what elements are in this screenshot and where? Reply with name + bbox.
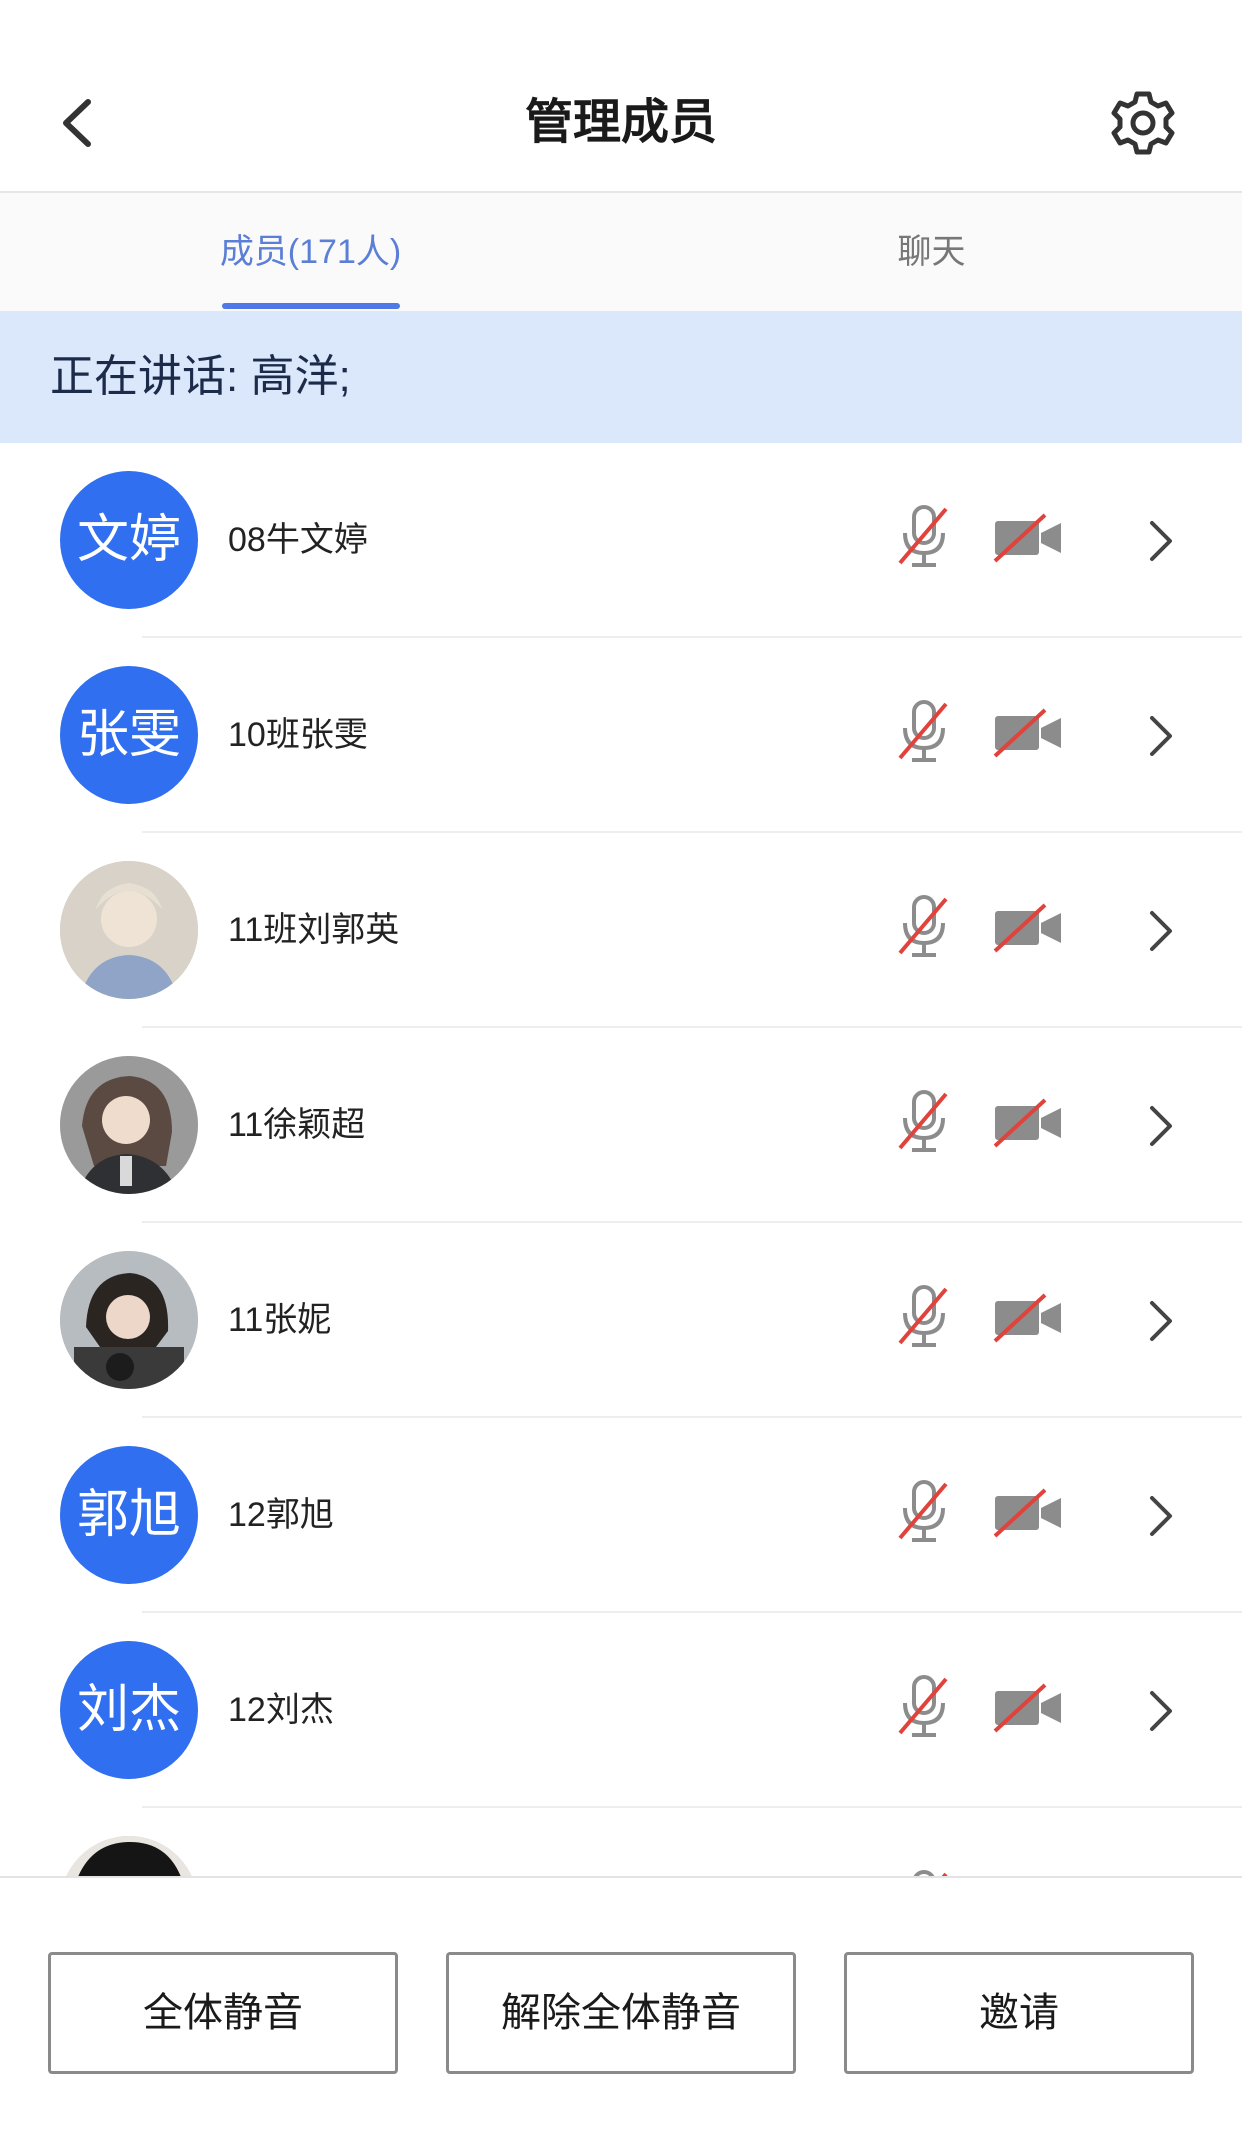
mic-muted-icon[interactable] bbox=[894, 1671, 954, 1743]
avatar: 张雯 bbox=[60, 666, 198, 804]
settings-button[interactable] bbox=[1108, 88, 1178, 158]
avatar-photo bbox=[60, 861, 198, 999]
camera-off-icon[interactable] bbox=[993, 706, 1063, 760]
avatar: 文婷 bbox=[60, 471, 198, 609]
chevron-right-icon[interactable] bbox=[1140, 1295, 1180, 1347]
chevron-right-icon[interactable] bbox=[1140, 515, 1180, 567]
page-title: 管理成员 bbox=[524, 96, 717, 149]
member-name: 11张妮 bbox=[228, 1301, 332, 1339]
avatar-photo bbox=[60, 1056, 198, 1194]
tab-members[interactable]: 成员(171人) bbox=[0, 193, 621, 311]
member-list[interactable]: 文婷 08牛文婷 张雯 10班张雯 11班刘郭英 11徐颖超 11张妮 郭旭 1… bbox=[0, 443, 1242, 1876]
top-bar: 管理成员 bbox=[0, 0, 1242, 193]
member-name: 12刘杰 bbox=[228, 1691, 334, 1729]
chevron-right-icon[interactable] bbox=[1140, 905, 1180, 957]
gear-icon bbox=[1111, 91, 1175, 155]
member-row[interactable]: 11班刘郭英 bbox=[0, 833, 1242, 1028]
member-row[interactable]: 文婷 08牛文婷 bbox=[0, 443, 1242, 638]
member-name: 11徐颖超 bbox=[228, 1106, 366, 1144]
invite-button[interactable]: 邀请 bbox=[844, 1952, 1194, 2074]
mic-muted-icon[interactable] bbox=[894, 1281, 954, 1353]
mic-muted-icon[interactable] bbox=[894, 501, 954, 573]
tab-chat[interactable]: 聊天 bbox=[621, 193, 1242, 311]
tab-bar: 成员(171人) 聊天 bbox=[0, 193, 1242, 311]
mic-muted-icon[interactable] bbox=[894, 696, 954, 768]
camera-off-icon[interactable] bbox=[993, 511, 1063, 565]
member-row[interactable] bbox=[0, 1808, 1242, 1876]
speaking-banner: 正在讲话: 高洋; bbox=[0, 311, 1242, 443]
chevron-right-icon[interactable] bbox=[1140, 1685, 1180, 1737]
member-row[interactable]: 郭旭 12郭旭 bbox=[0, 1418, 1242, 1613]
member-name: 10班张雯 bbox=[228, 716, 368, 754]
avatar: 刘杰 bbox=[60, 1641, 198, 1779]
unmute-all-button[interactable]: 解除全体静音 bbox=[446, 1952, 796, 2074]
member-row[interactable]: 11张妮 bbox=[0, 1223, 1242, 1418]
chevron-right-icon[interactable] bbox=[1140, 710, 1180, 762]
member-name: 08牛文婷 bbox=[228, 521, 368, 559]
camera-off-icon[interactable] bbox=[993, 1291, 1063, 1345]
bottom-action-bar: 全体静音 解除全体静音 邀请 bbox=[0, 1876, 1242, 2143]
camera-off-icon[interactable] bbox=[993, 1486, 1063, 1540]
member-row[interactable]: 刘杰 12刘杰 bbox=[0, 1613, 1242, 1808]
mic-muted-icon[interactable] bbox=[894, 891, 954, 963]
member-name: 12郭旭 bbox=[228, 1496, 334, 1534]
member-row[interactable]: 11徐颖超 bbox=[0, 1028, 1242, 1223]
chevron-right-icon[interactable] bbox=[1140, 1490, 1180, 1542]
mic-muted-icon[interactable] bbox=[894, 1086, 954, 1158]
camera-off-icon[interactable] bbox=[993, 1681, 1063, 1735]
chevron-right-icon[interactable] bbox=[1140, 1100, 1180, 1152]
speaking-text: 正在讲话: 高洋; bbox=[50, 352, 351, 401]
mic-muted-icon[interactable] bbox=[894, 1476, 954, 1548]
avatar: 郭旭 bbox=[60, 1446, 198, 1584]
member-name: 11班刘郭英 bbox=[228, 911, 400, 949]
avatar-photo bbox=[60, 1836, 198, 1876]
mic-muted-icon[interactable] bbox=[894, 1866, 954, 1876]
camera-off-icon[interactable] bbox=[993, 1096, 1063, 1150]
active-tab-indicator bbox=[222, 303, 400, 309]
mute-all-button[interactable]: 全体静音 bbox=[48, 1952, 398, 2074]
camera-off-icon[interactable] bbox=[993, 901, 1063, 955]
member-row[interactable]: 张雯 10班张雯 bbox=[0, 638, 1242, 833]
avatar-photo bbox=[60, 1251, 198, 1389]
